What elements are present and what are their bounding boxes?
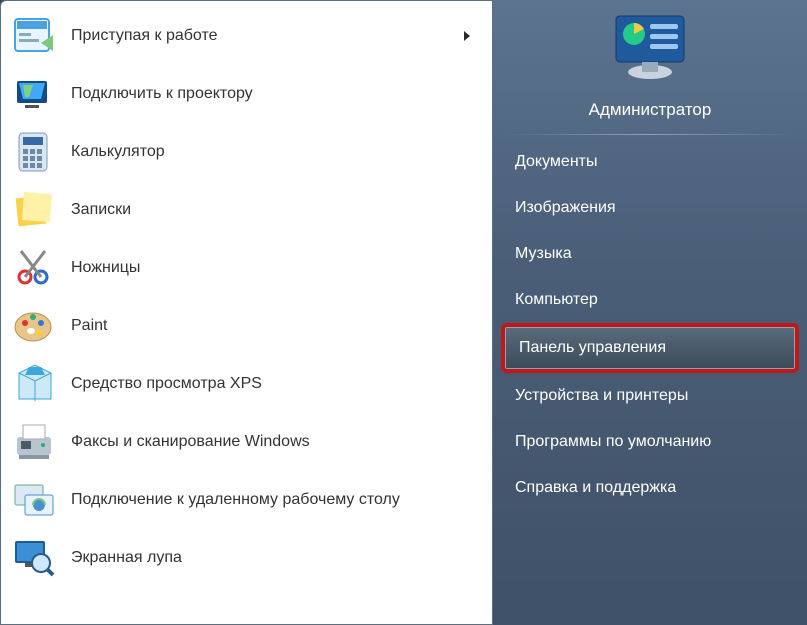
remote-desktop-icon [11,477,57,523]
program-item-snipping-tool[interactable]: Ножницы [3,239,490,297]
chevron-right-icon [464,31,470,41]
program-label: Paint [71,317,482,335]
paint-icon [11,303,57,349]
places-item-5[interactable]: Устройства и принтеры [493,373,807,419]
snipping-tool-icon [11,245,57,291]
xps-viewer-icon [11,361,57,407]
places-item-1[interactable]: Изображения [493,185,807,231]
user-picture-frame [493,12,807,84]
places-item-7[interactable]: Справка и поддержка [493,465,807,511]
program-label: Приступая к работе [71,27,464,45]
program-label: Калькулятор [71,143,482,161]
start-menu: Приступая к работе Подключить к проектору… [0,0,807,625]
program-label: Экранная лупа [71,549,482,567]
program-item-projector[interactable]: Подключить к проектору [3,65,490,123]
getting-started-icon [11,13,57,59]
program-item-sticky-notes[interactable]: Записки [3,181,490,239]
sticky-notes-icon [11,187,57,233]
divider [507,134,793,135]
program-label: Факсы и сканирование Windows [71,433,482,451]
program-label: Подключить к проектору [71,85,482,103]
programs-panel: Приступая к работе Подключить к проектору… [0,0,493,625]
user-name: Администратор [493,100,807,120]
places-item-2[interactable]: Музыка [493,231,807,277]
magnifier-icon [11,535,57,581]
program-item-fax-scan[interactable]: Факсы и сканирование Windows [3,413,490,471]
program-label: Записки [71,201,482,219]
places-item-0[interactable]: Документы [493,139,807,185]
program-item-remote-desktop[interactable]: Подключение к удаленному рабочему столу [3,471,490,529]
projector-icon [11,71,57,117]
program-item-magnifier[interactable]: Экранная лупа [3,529,490,587]
places-panel: Администратор ДокументыИзображенияМузыка… [493,0,807,625]
control-panel-icon [610,12,690,84]
program-item-calculator[interactable]: Калькулятор [3,123,490,181]
program-item-getting-started[interactable]: Приступая к работе [3,7,490,65]
places-item-6[interactable]: Программы по умолчанию [493,419,807,465]
program-label: Средство просмотра XPS [71,375,482,393]
places-item-4[interactable]: Панель управления [501,323,799,373]
program-item-paint[interactable]: Paint [3,297,490,355]
program-label: Подключение к удаленному рабочему столу [71,491,482,509]
program-item-xps-viewer[interactable]: Средство просмотра XPS [3,355,490,413]
places-item-3[interactable]: Компьютер [493,277,807,323]
fax-scan-icon [11,419,57,465]
calculator-icon [11,129,57,175]
program-label: Ножницы [71,259,482,277]
